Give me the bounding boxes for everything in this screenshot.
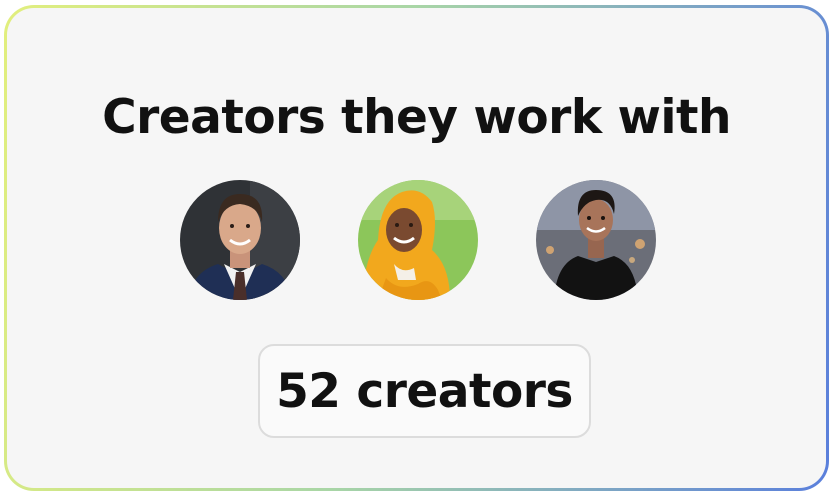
creator-count-label: 52 creators [276, 363, 573, 419]
creator-count-box: 52 creators [258, 344, 591, 438]
man-suit-avatar-icon [180, 180, 300, 300]
creator-avatar-3[interactable] [536, 180, 656, 300]
card-heading: Creators they work with [102, 90, 731, 145]
creators-card: Creators they work with 52 creators [7, 8, 826, 488]
woman-yellow-scarf-avatar-icon [358, 180, 478, 300]
creator-avatar-2[interactable] [358, 180, 478, 300]
creator-avatar-1[interactable] [180, 180, 300, 300]
man-black-jacket-avatar-icon [536, 180, 656, 300]
card-gradient-border: Creators they work with 52 creators [4, 5, 829, 491]
